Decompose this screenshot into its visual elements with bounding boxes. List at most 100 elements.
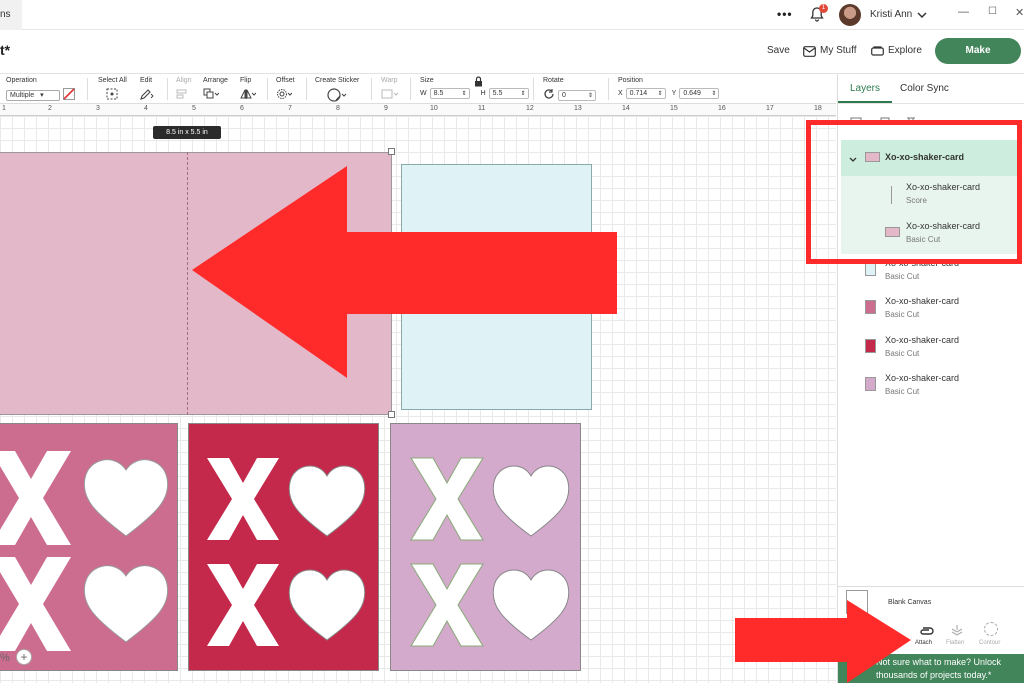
explore-icon (871, 44, 884, 62)
offset-icon[interactable] (276, 88, 293, 102)
color-swatch-icon[interactable] (63, 88, 75, 102)
make-button-label: Make (965, 45, 991, 56)
layer-item[interactable]: Xo-xo-shaker-card Basic Cut (838, 335, 1024, 374)
tab-color-sync[interactable]: Color Sync (900, 83, 949, 94)
x-label: X (618, 90, 623, 97)
ruler-tick: 8 (336, 105, 340, 112)
layer-type: Basic Cut (885, 272, 920, 281)
ruler-tick: 11 (478, 105, 486, 112)
rotate-label: Rotate (543, 77, 564, 84)
layer-name: Xo-xo-shaker-card (885, 373, 960, 383)
layer-item[interactable]: Xo-xo-shaker-card Basic Cut (838, 373, 1024, 412)
layer-name: Xo-xo-shaker-card (885, 335, 960, 345)
contour-icon[interactable] (984, 622, 998, 636)
xo-panel-lilac[interactable] (390, 423, 581, 671)
align-icon[interactable] (176, 88, 188, 102)
xo-panel-red[interactable] (188, 423, 379, 671)
contour-button[interactable]: Contour (979, 640, 1000, 646)
ruler-tick: 4 (144, 105, 148, 112)
user-name[interactable]: Kristi Ann (870, 9, 912, 20)
design-canvas[interactable]: 8.5 in x 5.5 in % + (0, 116, 836, 683)
project-header: t* Save My Stuff Explore Make (0, 30, 1024, 74)
chevron-down-icon[interactable] (916, 8, 928, 26)
operation-select[interactable]: Multiple ▾ (6, 89, 60, 101)
ruler-tick: 16 (718, 105, 726, 112)
mail-icon (803, 44, 816, 62)
layer-swatch (865, 339, 876, 353)
y-position-input[interactable]: 0.649 ⇕ (679, 88, 720, 99)
make-button[interactable]: Make (935, 38, 1021, 64)
rotate-input[interactable]: 0 ⇕ (558, 89, 596, 101)
select-all-icon[interactable] (106, 88, 118, 102)
explore-button[interactable]: Explore (888, 45, 922, 56)
ruler-tick: 6 (240, 105, 244, 112)
score-line[interactable] (187, 152, 188, 415)
layer-swatch (865, 377, 876, 391)
stepper-icon[interactable]: ⇕ (462, 90, 469, 97)
offset-label: Offset (276, 77, 295, 84)
annotation-highlight-box (806, 120, 1022, 264)
create-sticker-label: Create Sticker (315, 77, 360, 84)
edit-toolbar: Operation Multiple ▾ Select All Edit Alig… (0, 74, 836, 104)
x-position-input[interactable]: 0.714 ⇕ (625, 88, 666, 99)
width-value: 8.5 (433, 90, 444, 97)
stepper-icon[interactable]: ⇕ (521, 90, 528, 97)
warp-label: Warp (381, 77, 398, 84)
operation-value: Multiple (10, 91, 35, 99)
dropdown-arrow-icon: ▾ (40, 92, 44, 99)
ruler-tick: 18 (814, 105, 822, 112)
select-all-label: Select All (98, 77, 127, 84)
flatten-icon[interactable] (950, 623, 964, 641)
stepper-icon[interactable]: ⇕ (588, 92, 595, 99)
layer-type: Basic Cut (885, 387, 920, 396)
sticker-icon[interactable] (327, 88, 347, 104)
ruler-tick: 13 (574, 105, 582, 112)
xo-panel-rose[interactable] (0, 423, 178, 671)
selection-handle[interactable] (388, 148, 395, 155)
stepper-icon[interactable]: ⇕ (658, 90, 665, 97)
y-position-value: 0.649 (683, 90, 701, 97)
warp-icon[interactable] (381, 88, 399, 102)
title-bar: ns ••• 1 Kristi Ann — ☐ ✕ (0, 0, 1024, 30)
xo-cutouts (410, 457, 570, 647)
pencil-icon[interactable] (140, 88, 154, 102)
divider (838, 586, 1024, 587)
ruler-tick: 9 (384, 105, 388, 112)
lock-icon[interactable] (474, 76, 483, 89)
avatar[interactable] (839, 4, 861, 26)
zoom-in-icon[interactable]: + (16, 649, 32, 665)
app-tab[interactable]: ns (0, 0, 22, 30)
flatten-button[interactable]: Flatten (946, 640, 964, 646)
layer-item[interactable]: Xo-xo-shaker-card Basic Cut (838, 296, 1024, 335)
save-button[interactable]: Save (767, 45, 790, 56)
tab-layers[interactable]: Layers (850, 83, 880, 94)
selection-handle[interactable] (388, 411, 395, 418)
ruler-tick: 10 (430, 105, 438, 112)
layer-type: Basic Cut (885, 310, 920, 319)
arrange-icon[interactable] (203, 88, 220, 102)
size-tooltip: 8.5 in x 5.5 in (153, 126, 221, 139)
app-tab-label: ns (0, 9, 11, 20)
flip-icon[interactable] (240, 88, 257, 102)
close-button[interactable]: ✕ (1015, 6, 1024, 19)
height-value: 5.5 (492, 90, 503, 97)
ruler-tick: 5 (192, 105, 196, 112)
more-options-button[interactable]: ••• (777, 7, 793, 21)
attach-button[interactable]: Attach (915, 640, 932, 646)
maximize-button[interactable]: ☐ (988, 6, 997, 17)
layer-swatch (865, 262, 876, 276)
width-input[interactable]: 8.5 ⇕ (429, 88, 470, 99)
height-input[interactable]: 5.5 ⇕ (488, 88, 529, 99)
project-title[interactable]: t* (0, 42, 10, 58)
stepper-icon[interactable]: ⇕ (711, 90, 718, 97)
xo-cutouts (207, 458, 366, 646)
my-stuff-button[interactable]: My Stuff (820, 45, 857, 56)
layer-name: Xo-xo-shaker-card (885, 296, 960, 306)
position-label: Position (618, 77, 643, 84)
align-label: Align (176, 77, 192, 84)
horizontal-ruler: 1 2 3 4 5 6 7 8 9 10 11 12 13 14 15 16 1… (0, 104, 836, 116)
layer-type: Basic Cut (885, 349, 920, 358)
minimize-button[interactable]: — (958, 6, 969, 18)
ruler-tick: 15 (670, 105, 678, 112)
arrange-label: Arrange (203, 77, 228, 84)
